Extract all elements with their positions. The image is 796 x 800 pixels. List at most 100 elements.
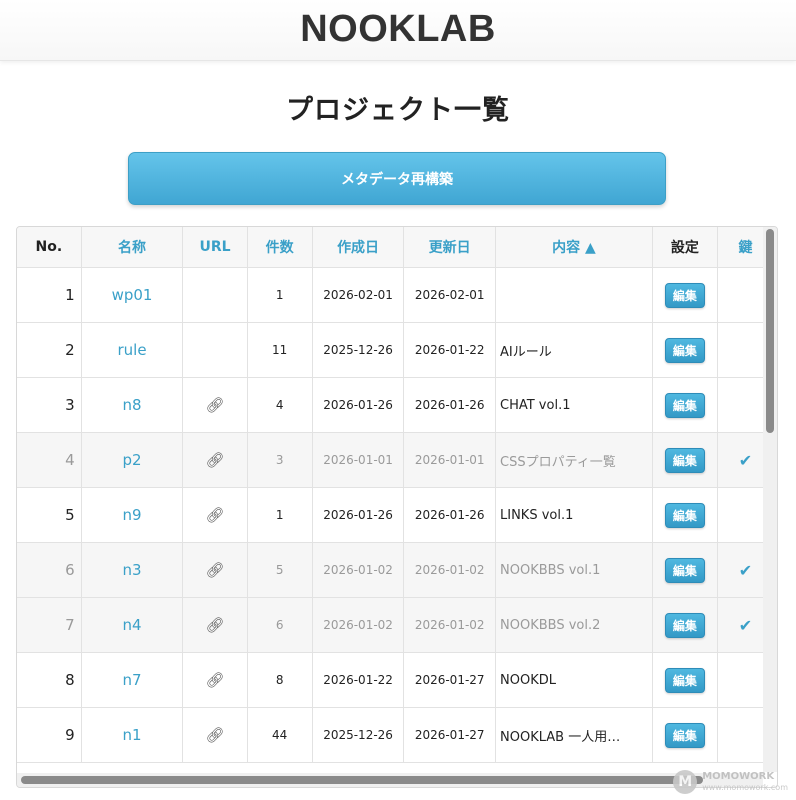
settings-cell: 編集 — [652, 487, 718, 543]
column-content[interactable]: 内容 ▲ — [495, 227, 653, 268]
settings-cell: 編集 — [652, 542, 718, 598]
updated-date: 2026-01-02 — [403, 542, 496, 598]
link-icon[interactable]: 🔗︎ — [206, 561, 225, 579]
table-row: 5 n9 🔗︎ 1 2026-01-26 2026-01-26 LINKS vo… — [17, 487, 775, 543]
project-table-container: No. 名称 URL 件数 作成日 更新日 内容 ▲ 設定 鍵 1 wp01 1… — [16, 226, 778, 788]
vertical-scrollbar-thumb[interactable] — [766, 229, 774, 433]
check-icon: ✔ — [738, 450, 753, 470]
site-logo[interactable]: NOOKLAB — [0, 0, 796, 58]
row-number: 6 — [17, 542, 82, 598]
link-icon[interactable]: 🔗︎ — [206, 616, 225, 634]
check-icon: ✔ — [738, 560, 753, 580]
content-text — [495, 267, 653, 323]
updated-date: 2026-01-22 — [403, 322, 496, 378]
link-icon[interactable]: 🔗︎ — [206, 726, 225, 744]
edit-button[interactable]: 編集 — [664, 392, 705, 418]
watermark-text: MOMOWORK www.momowork.com — [702, 771, 788, 793]
content-text: NOOKDL — [495, 652, 653, 708]
table-row: 1 wp01 1 2026-02-01 2026-02-01 編集 — [17, 267, 775, 323]
edit-button[interactable]: 編集 — [664, 447, 705, 473]
url-cell: 🔗︎ — [182, 652, 248, 708]
item-count: 44 — [247, 707, 313, 763]
updated-date: 2026-02-01 — [403, 267, 496, 323]
edit-button[interactable]: 編集 — [664, 722, 705, 748]
table-row: 9 n1 🔗︎ 44 2025-12-26 2026-01-27 NOOKLAB… — [17, 707, 775, 763]
created-date: 2025-12-26 — [312, 322, 405, 378]
url-cell: 🔗︎ — [182, 542, 248, 598]
created-date: 2026-01-01 — [312, 432, 405, 488]
edit-button[interactable]: 編集 — [664, 667, 705, 693]
updated-date: 2026-01-26 — [403, 487, 496, 543]
settings-cell: 編集 — [652, 377, 718, 433]
project-name-link[interactable]: n9 — [81, 487, 184, 543]
edit-button[interactable]: 編集 — [664, 337, 705, 363]
table-header-row: No. 名称 URL 件数 作成日 更新日 内容 ▲ 設定 鍵 — [17, 227, 775, 268]
row-number: 2 — [17, 322, 82, 378]
updated-date: 2026-01-27 — [403, 652, 496, 708]
link-icon[interactable]: 🔗︎ — [206, 506, 225, 524]
rebuild-metadata-button[interactable]: メタデータ再構築 — [128, 152, 666, 205]
content-text: NOOKLAB 一人用… — [495, 707, 653, 763]
project-name-link[interactable]: n8 — [81, 377, 184, 433]
column-count[interactable]: 件数 — [247, 227, 313, 268]
updated-date: 2026-01-27 — [403, 707, 496, 763]
table-row: 2 rule 11 2025-12-26 2026-01-22 AIルール 編集 — [17, 322, 775, 378]
settings-cell: 編集 — [652, 707, 718, 763]
content-text: CSSプロパティ一覧 — [495, 432, 653, 488]
item-count: 8 — [247, 652, 313, 708]
column-name[interactable]: 名称 — [81, 227, 184, 268]
project-name-link[interactable]: n4 — [81, 597, 184, 653]
created-date: 2026-01-26 — [312, 487, 405, 543]
link-icon[interactable]: 🔗︎ — [206, 396, 225, 414]
created-date: 2026-02-01 — [312, 267, 405, 323]
created-date: 2026-01-02 — [312, 597, 405, 653]
project-table: No. 名称 URL 件数 作成日 更新日 内容 ▲ 設定 鍵 1 wp01 1… — [17, 227, 775, 763]
edit-button[interactable]: 編集 — [664, 282, 705, 308]
horizontal-scrollbar-thumb[interactable] — [21, 776, 703, 784]
url-cell: 🔗︎ — [182, 597, 248, 653]
project-name-link[interactable]: rule — [81, 322, 184, 378]
created-date: 2025-12-26 — [312, 707, 405, 763]
horizontal-scrollbar[interactable] — [17, 773, 763, 787]
column-settings: 設定 — [652, 227, 718, 268]
settings-cell: 編集 — [652, 267, 718, 323]
site-header: NOOKLAB — [0, 0, 796, 61]
column-url[interactable]: URL — [182, 227, 248, 268]
check-icon: ✔ — [738, 615, 753, 635]
created-date: 2026-01-22 — [312, 652, 405, 708]
url-cell — [182, 322, 248, 378]
content-text: NOOKBBS vol.1 — [495, 542, 653, 598]
row-number: 7 — [17, 597, 82, 653]
column-created[interactable]: 作成日 — [312, 227, 405, 268]
watermark-url: www.momowork.com — [702, 783, 788, 792]
project-name-link[interactable]: n3 — [81, 542, 184, 598]
url-cell: 🔗︎ — [182, 432, 248, 488]
project-name-link[interactable]: p2 — [81, 432, 184, 488]
row-number: 9 — [17, 707, 82, 763]
table-row: 3 n8 🔗︎ 4 2026-01-26 2026-01-26 CHAT vol… — [17, 377, 775, 433]
watermark: M MOMOWORK www.momowork.com — [673, 770, 788, 794]
item-count: 1 — [247, 267, 313, 323]
url-cell: 🔗︎ — [182, 487, 248, 543]
updated-date: 2026-01-26 — [403, 377, 496, 433]
settings-cell: 編集 — [652, 652, 718, 708]
settings-cell: 編集 — [652, 432, 718, 488]
item-count: 11 — [247, 322, 313, 378]
watermark-logo: M — [673, 770, 698, 794]
edit-button[interactable]: 編集 — [664, 612, 705, 638]
row-number: 5 — [17, 487, 82, 543]
project-name-link[interactable]: n7 — [81, 652, 184, 708]
settings-cell: 編集 — [652, 597, 718, 653]
edit-button[interactable]: 編集 — [664, 557, 705, 583]
column-updated[interactable]: 更新日 — [403, 227, 496, 268]
edit-button[interactable]: 編集 — [664, 502, 705, 528]
link-icon[interactable]: 🔗︎ — [206, 451, 225, 469]
project-name-link[interactable]: n1 — [81, 707, 184, 763]
vertical-scrollbar[interactable] — [763, 227, 777, 772]
row-number: 1 — [17, 267, 82, 323]
updated-date: 2026-01-02 — [403, 597, 496, 653]
item-count: 6 — [247, 597, 313, 653]
link-icon[interactable]: 🔗︎ — [206, 671, 225, 689]
column-no: No. — [17, 227, 82, 268]
project-name-link[interactable]: wp01 — [81, 267, 184, 323]
